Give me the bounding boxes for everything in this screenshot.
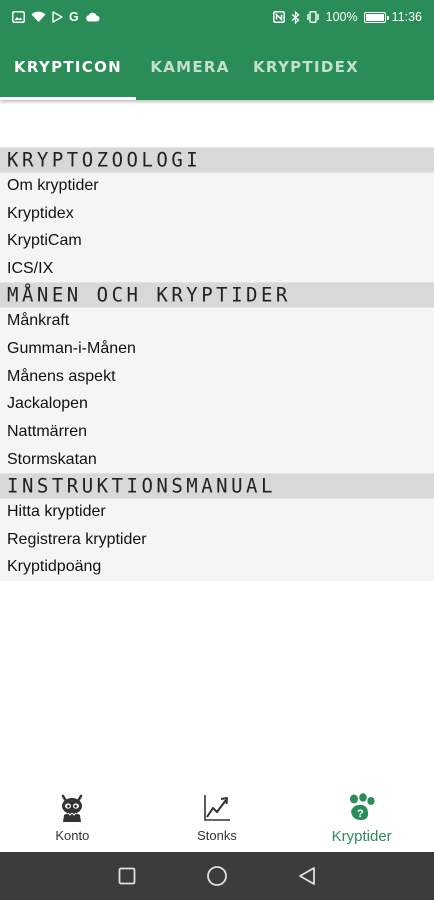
- tab-krypticon[interactable]: KRYPTICON: [0, 34, 136, 100]
- top-tab-bar: KRYPTICON KAMERA KRYPTIDEX: [0, 34, 434, 100]
- svg-text:?: ?: [357, 808, 364, 820]
- tab-kamera[interactable]: KAMERA: [136, 34, 244, 100]
- nav-stonks[interactable]: Stonks: [145, 780, 290, 852]
- status-time: 11:36: [391, 10, 422, 24]
- play-store-icon: [52, 10, 63, 24]
- list-item-manens-aspekt[interactable]: Månens aspekt: [0, 362, 434, 391]
- list-item-gumman-i-manen[interactable]: Gumman-i-Månen: [0, 334, 434, 363]
- list-item-kryptidpoang[interactable]: Kryptidpoäng: [0, 553, 434, 582]
- battery-percent: 100%: [325, 10, 358, 24]
- bottom-navigation: Konto Stonks ? Kryptider: [0, 780, 434, 852]
- stonks-chart-icon: [201, 792, 233, 824]
- list-item-mankraft[interactable]: Månkraft: [0, 307, 434, 335]
- cloud-icon: [85, 10, 100, 24]
- section-title: Kryptozoologi: [7, 148, 202, 172]
- back-triangle-icon[interactable]: [295, 864, 319, 888]
- list-item-kryptidex[interactable]: Kryptidex: [0, 199, 434, 228]
- section-header-instruktionsmanual: Instruktionsmanual: [0, 473, 434, 499]
- tab-kryptidex[interactable]: KRYPTIDEX: [244, 34, 368, 100]
- tab-label: KRYPTICON: [13, 58, 123, 76]
- list-item-stormskatan[interactable]: Stormskatan: [0, 446, 434, 474]
- nav-label: Stonks: [197, 828, 237, 843]
- list-item-krypticam[interactable]: KryptiCam: [0, 227, 434, 256]
- status-bar: G 100% 11:36: [0, 0, 434, 34]
- list-item-ics-ix[interactable]: ICS/IX: [0, 255, 434, 284]
- google-icon: G: [69, 10, 79, 24]
- nav-konto[interactable]: Konto: [0, 780, 145, 852]
- system-navigation-bar: [0, 852, 434, 900]
- menu-list: Kryptozoologi Om kryptider Kryptidex Kry…: [0, 147, 434, 582]
- nav-label: Konto: [55, 828, 90, 843]
- vibrate-icon: [306, 10, 320, 24]
- list-item-om-kryptider[interactable]: Om kryptider: [0, 172, 434, 200]
- status-left-icons: G: [12, 10, 100, 24]
- wifi-icon: [31, 10, 46, 24]
- nav-label: Kryptider: [331, 828, 392, 845]
- list-item-hitta-kryptider[interactable]: Hitta kryptider: [0, 497, 434, 526]
- nfc-icon: [272, 10, 285, 24]
- section-header-manen: Månen och kryptider: [0, 282, 434, 308]
- battery-icon: [363, 11, 389, 23]
- section-title: Månen och kryptider: [7, 283, 291, 307]
- section-header-kryptozoologi: Kryptozoologi: [0, 147, 434, 173]
- tab-label: KAMERA: [150, 58, 230, 76]
- tab-label: KRYPTIDEX: [253, 58, 359, 76]
- home-circle-icon[interactable]: [205, 864, 229, 888]
- section-title: Instruktionsmanual: [7, 474, 276, 498]
- list-item-registrera-kryptider[interactable]: Registrera kryptider: [0, 525, 434, 554]
- bluetooth-icon: [291, 10, 300, 24]
- image-icon: [12, 10, 25, 24]
- status-right-icons: 100% 11:36: [272, 10, 422, 24]
- list-item-jackalopen[interactable]: Jackalopen: [0, 390, 434, 419]
- kryptider-paw-icon: ?: [346, 792, 378, 824]
- monster-account-icon: [56, 792, 88, 824]
- nav-kryptider[interactable]: ? Kryptider: [289, 780, 434, 852]
- recents-square-icon[interactable]: [115, 864, 139, 888]
- list-item-nattmarren[interactable]: Nattmärren: [0, 418, 434, 447]
